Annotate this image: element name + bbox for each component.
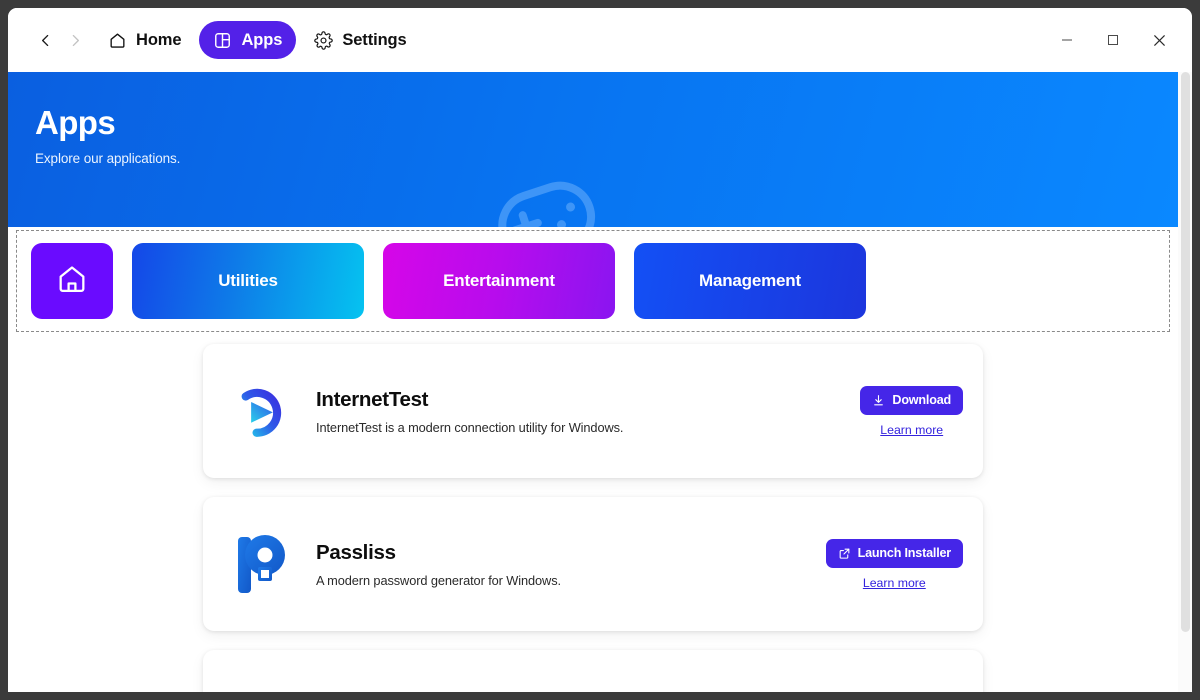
close-icon — [1153, 34, 1165, 46]
scrollbar-thumb[interactable] — [1181, 72, 1190, 632]
learn-more-link[interactable]: Learn more — [880, 423, 943, 437]
passliss-logo-icon — [231, 533, 293, 595]
page-content: Apps Explore our applications. Utilities… — [8, 72, 1178, 692]
category-management-label: Management — [699, 271, 801, 290]
gamepad-icon — [488, 172, 606, 227]
category-utilities-label: Utilities — [218, 271, 278, 290]
page-title: Apps — [35, 104, 116, 141]
internettest-logo-icon — [231, 380, 293, 442]
gear-icon — [314, 30, 334, 50]
learn-more-link[interactable]: Learn more — [863, 576, 926, 590]
app-window: Home Apps Settings Apps Explore our appl… — [8, 8, 1192, 692]
category-bar: Utilities Entertainment Management — [16, 230, 1170, 332]
app-card-list: InternetTest InternetTest is a modern co… — [8, 332, 1178, 692]
title-bar: Home Apps Settings — [8, 8, 1192, 72]
download-button-label: Download — [892, 393, 951, 407]
maximize-icon — [1108, 35, 1118, 45]
chevron-left-icon — [41, 34, 48, 46]
category-management-button[interactable]: Management — [634, 243, 866, 319]
launch-installer-button-label: Launch Installer — [857, 546, 952, 560]
page-banner: Apps Explore our applications. — [8, 72, 1178, 227]
app-card[interactable]: InternetTest InternetTest is a modern co… — [203, 344, 983, 478]
forward-button[interactable] — [60, 25, 90, 55]
nav-item-settings-label: Settings — [342, 30, 407, 49]
apps-grid-icon — [213, 31, 232, 50]
app-card[interactable]: Passliss A modern password generator for… — [203, 497, 983, 631]
maximize-button[interactable] — [1090, 20, 1136, 60]
launch-installer-button[interactable]: Launch Installer — [825, 538, 963, 568]
minimize-button[interactable] — [1044, 20, 1090, 60]
nav-item-home-label: Home — [136, 30, 182, 49]
back-button[interactable] — [30, 25, 60, 55]
nav-item-apps[interactable]: Apps — [199, 21, 297, 59]
download-icon — [872, 394, 885, 407]
app-card[interactable] — [203, 650, 983, 692]
app-description: A modern password generator for Windows. — [316, 572, 561, 588]
home-icon — [55, 262, 89, 301]
category-entertainment-button[interactable]: Entertainment — [383, 243, 615, 319]
nav-item-apps-label: Apps — [241, 30, 283, 49]
app-card-actions: Download Learn more — [860, 385, 963, 437]
page-subtitle: Explore our applications. — [35, 151, 181, 166]
app-card-text: Passliss A modern password generator for… — [293, 541, 826, 588]
external-link-icon — [838, 547, 851, 560]
vertical-scrollbar[interactable] — [1178, 72, 1192, 692]
chevron-right-icon — [72, 34, 79, 46]
home-icon — [108, 31, 127, 50]
category-utilities-button[interactable]: Utilities — [132, 243, 364, 319]
app-name: Passliss — [316, 540, 396, 564]
minimize-icon — [1062, 39, 1072, 41]
category-home-button[interactable] — [31, 243, 113, 319]
category-entertainment-label: Entertainment — [443, 271, 555, 290]
close-button[interactable] — [1136, 20, 1182, 60]
download-button[interactable]: Download — [860, 385, 963, 415]
app-description: InternetTest is a modern connection util… — [316, 419, 624, 435]
app-name: InternetTest — [316, 387, 429, 411]
app-card-actions: Launch Installer Learn more — [825, 538, 963, 590]
nav-item-settings[interactable]: Settings — [300, 21, 420, 59]
nav-item-home[interactable]: Home — [94, 21, 195, 59]
content-scroll-area[interactable]: Apps Explore our applications. Utilities… — [8, 72, 1192, 692]
app-card-text: InternetTest InternetTest is a modern co… — [293, 388, 860, 435]
